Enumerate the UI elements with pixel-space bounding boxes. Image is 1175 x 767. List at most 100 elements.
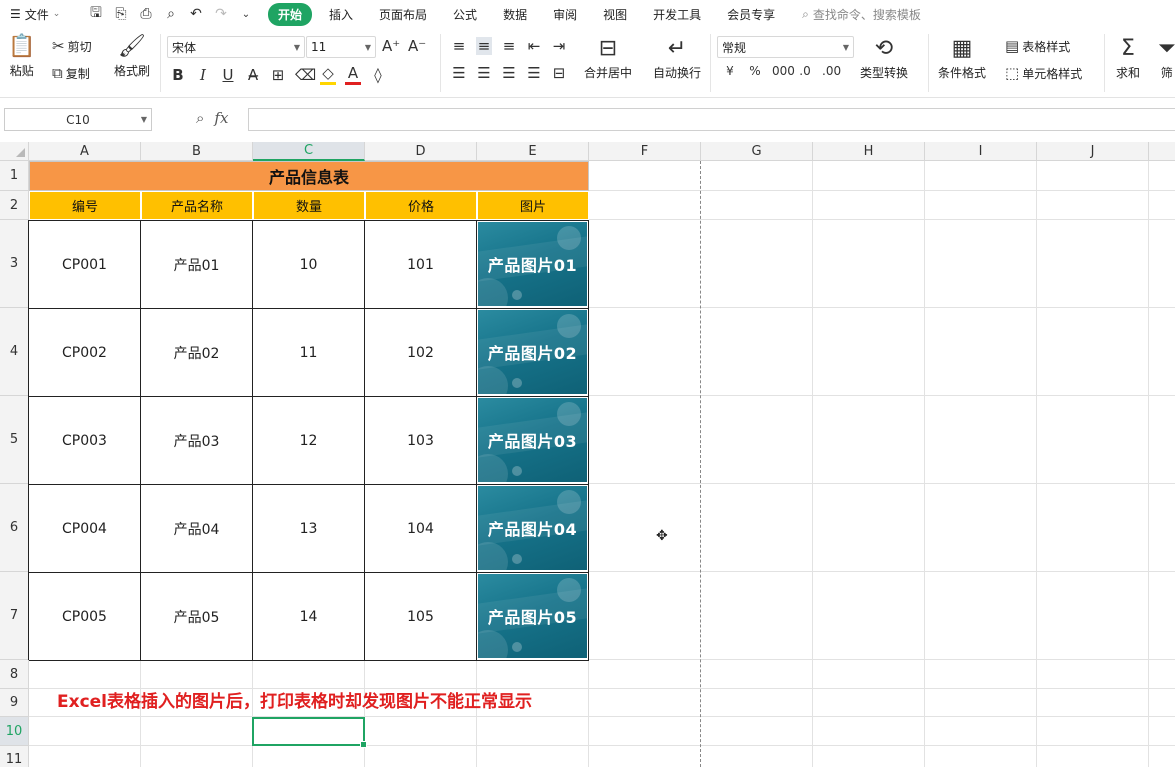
cell-price[interactable]: 105: [365, 573, 477, 661]
tab-review[interactable]: 审阅: [540, 3, 590, 26]
header-cell-image[interactable]: 图片: [477, 191, 589, 220]
tab-formulas[interactable]: 公式: [440, 3, 490, 26]
formula-input[interactable]: [248, 108, 1175, 131]
save-icon[interactable]: 🖫: [88, 2, 104, 26]
align-middle-icon[interactable]: ≡: [476, 37, 492, 55]
decrease-decimal-icon[interactable]: .00: [822, 64, 841, 78]
row-header-7[interactable]: 7: [0, 572, 29, 660]
decrease-indent-icon[interactable]: ⇤: [526, 37, 542, 55]
column-header-a[interactable]: A: [29, 142, 141, 161]
table-style-button[interactable]: ▤ 表格样式: [1005, 37, 1070, 55]
font-name-select[interactable]: 宋体 ▼: [167, 36, 305, 58]
tab-developer[interactable]: 开发工具: [640, 3, 714, 26]
strikethrough-icon[interactable]: A̶: [245, 66, 261, 84]
sum-button[interactable]: Σ 求和: [1116, 36, 1140, 81]
font-size-select[interactable]: 11 ▼: [306, 36, 376, 58]
cell-id[interactable]: CP001: [29, 221, 141, 309]
borders-icon[interactable]: ⊞: [270, 66, 286, 84]
header-cell-qty[interactable]: 数量: [253, 191, 365, 220]
row-header-4[interactable]: 4: [0, 308, 29, 396]
column-header-k[interactable]: [1149, 142, 1175, 161]
cell-price[interactable]: 102: [365, 309, 477, 397]
column-header-c[interactable]: C: [253, 142, 365, 161]
wrap-text-button[interactable]: ↵ 自动换行: [653, 36, 701, 81]
cell-qty[interactable]: 10: [253, 221, 365, 309]
row-header-11[interactable]: 11: [0, 746, 29, 767]
cell-price[interactable]: 104: [365, 485, 477, 573]
command-search[interactable]: ⌕ 查找命令、搜索模板: [802, 6, 921, 23]
product-image-01[interactable]: 产品图片01: [478, 222, 587, 306]
column-header-f[interactable]: F: [589, 142, 701, 161]
column-header-e[interactable]: E: [477, 142, 589, 161]
increase-indent-icon[interactable]: ⇥: [551, 37, 567, 55]
tab-view[interactable]: 视图: [590, 3, 640, 26]
tab-member[interactable]: 会员专享: [714, 3, 788, 26]
thousands-icon[interactable]: 000: [772, 64, 795, 78]
cell-qty[interactable]: 12: [253, 397, 365, 485]
cell-name[interactable]: 产品03: [141, 397, 253, 485]
row-header-6[interactable]: 6: [0, 484, 29, 572]
cell-price[interactable]: 103: [365, 397, 477, 485]
row-header-10[interactable]: 10: [0, 717, 29, 746]
cell-name[interactable]: 产品02: [141, 309, 253, 397]
align-center-icon[interactable]: ☰: [476, 64, 492, 82]
italic-icon[interactable]: I: [195, 66, 211, 84]
row-header-1[interactable]: 1: [0, 161, 29, 191]
cell-qty[interactable]: 14: [253, 573, 365, 661]
cut-button[interactable]: ✂ 剪切: [52, 37, 92, 55]
cell-id[interactable]: CP002: [29, 309, 141, 397]
currency-icon[interactable]: ¥: [722, 64, 738, 78]
tab-data[interactable]: 数据: [490, 3, 540, 26]
conditional-format-button[interactable]: ▦ 条件格式: [938, 36, 986, 81]
column-header-g[interactable]: G: [701, 142, 813, 161]
bold-icon[interactable]: B: [170, 66, 186, 84]
tab-insert[interactable]: 插入: [316, 3, 366, 26]
grow-font-icon[interactable]: A⁺: [382, 37, 400, 55]
cell-qty[interactable]: 11: [253, 309, 365, 397]
justify-icon[interactable]: ☰: [526, 64, 542, 82]
align-bottom-icon[interactable]: ≡: [501, 37, 517, 55]
cell-style-button[interactable]: ⬚ 单元格样式: [1005, 64, 1082, 82]
undo-icon[interactable]: ↶: [188, 6, 204, 22]
cell-id[interactable]: CP003: [29, 397, 141, 485]
row-header-8[interactable]: 8: [0, 660, 29, 689]
font-color-icon[interactable]: A: [345, 64, 361, 85]
percent-icon[interactable]: %: [747, 64, 763, 78]
name-box[interactable]: C10 ▼: [4, 108, 152, 131]
row-header-2[interactable]: 2: [0, 191, 29, 220]
print-preview-icon[interactable]: ⌕: [163, 6, 179, 22]
column-header-h[interactable]: H: [813, 142, 925, 161]
erase-format-icon[interactable]: ⌫: [295, 66, 316, 84]
header-cell-price[interactable]: 价格: [365, 191, 477, 220]
export-pdf-icon[interactable]: ⎘: [113, 6, 129, 22]
copy-button[interactable]: ⧉ 复制: [52, 64, 90, 82]
tab-home[interactable]: 开始: [268, 2, 313, 26]
cell-id[interactable]: CP004: [29, 485, 141, 573]
increase-decimal-icon[interactable]: .0: [797, 64, 813, 78]
fill-color-icon[interactable]: ◇: [320, 64, 336, 85]
align-left-icon[interactable]: ☰: [451, 64, 467, 82]
zoom-formula-icon[interactable]: ⌕: [196, 109, 204, 127]
filter-button[interactable]: ⏷ 筛: [1158, 36, 1175, 81]
distributed-icon[interactable]: ⊟: [551, 64, 567, 82]
column-header-i[interactable]: I: [925, 142, 1037, 161]
active-cell-c10[interactable]: [252, 717, 367, 748]
product-image-03[interactable]: 产品图片03: [478, 398, 587, 482]
shrink-font-icon[interactable]: A⁻: [408, 37, 426, 55]
cell-qty[interactable]: 13: [253, 485, 365, 573]
product-image-02[interactable]: 产品图片02: [478, 310, 587, 394]
format-painter-button[interactable]: 🖌 格式刷: [114, 34, 150, 79]
type-convert-button[interactable]: ⟲ 类型转换: [860, 36, 908, 81]
row-header-3[interactable]: 3: [0, 220, 29, 308]
redo-icon[interactable]: ↷: [213, 6, 229, 22]
header-cell-id[interactable]: 编号: [29, 191, 141, 220]
merge-center-button[interactable]: ⊟ 合并居中: [584, 36, 632, 81]
cell-name[interactable]: 产品04: [141, 485, 253, 573]
table-title[interactable]: 产品信息表: [29, 161, 589, 191]
product-image-05[interactable]: 产品图片05: [478, 574, 587, 658]
row-header-9[interactable]: 9: [0, 689, 29, 717]
align-right-icon[interactable]: ☰: [501, 64, 517, 82]
paste-button[interactable]: 📋 粘贴: [8, 34, 35, 79]
column-header-d[interactable]: D: [365, 142, 477, 161]
file-menu[interactable]: ☰ 文件 ⌄: [0, 6, 80, 23]
